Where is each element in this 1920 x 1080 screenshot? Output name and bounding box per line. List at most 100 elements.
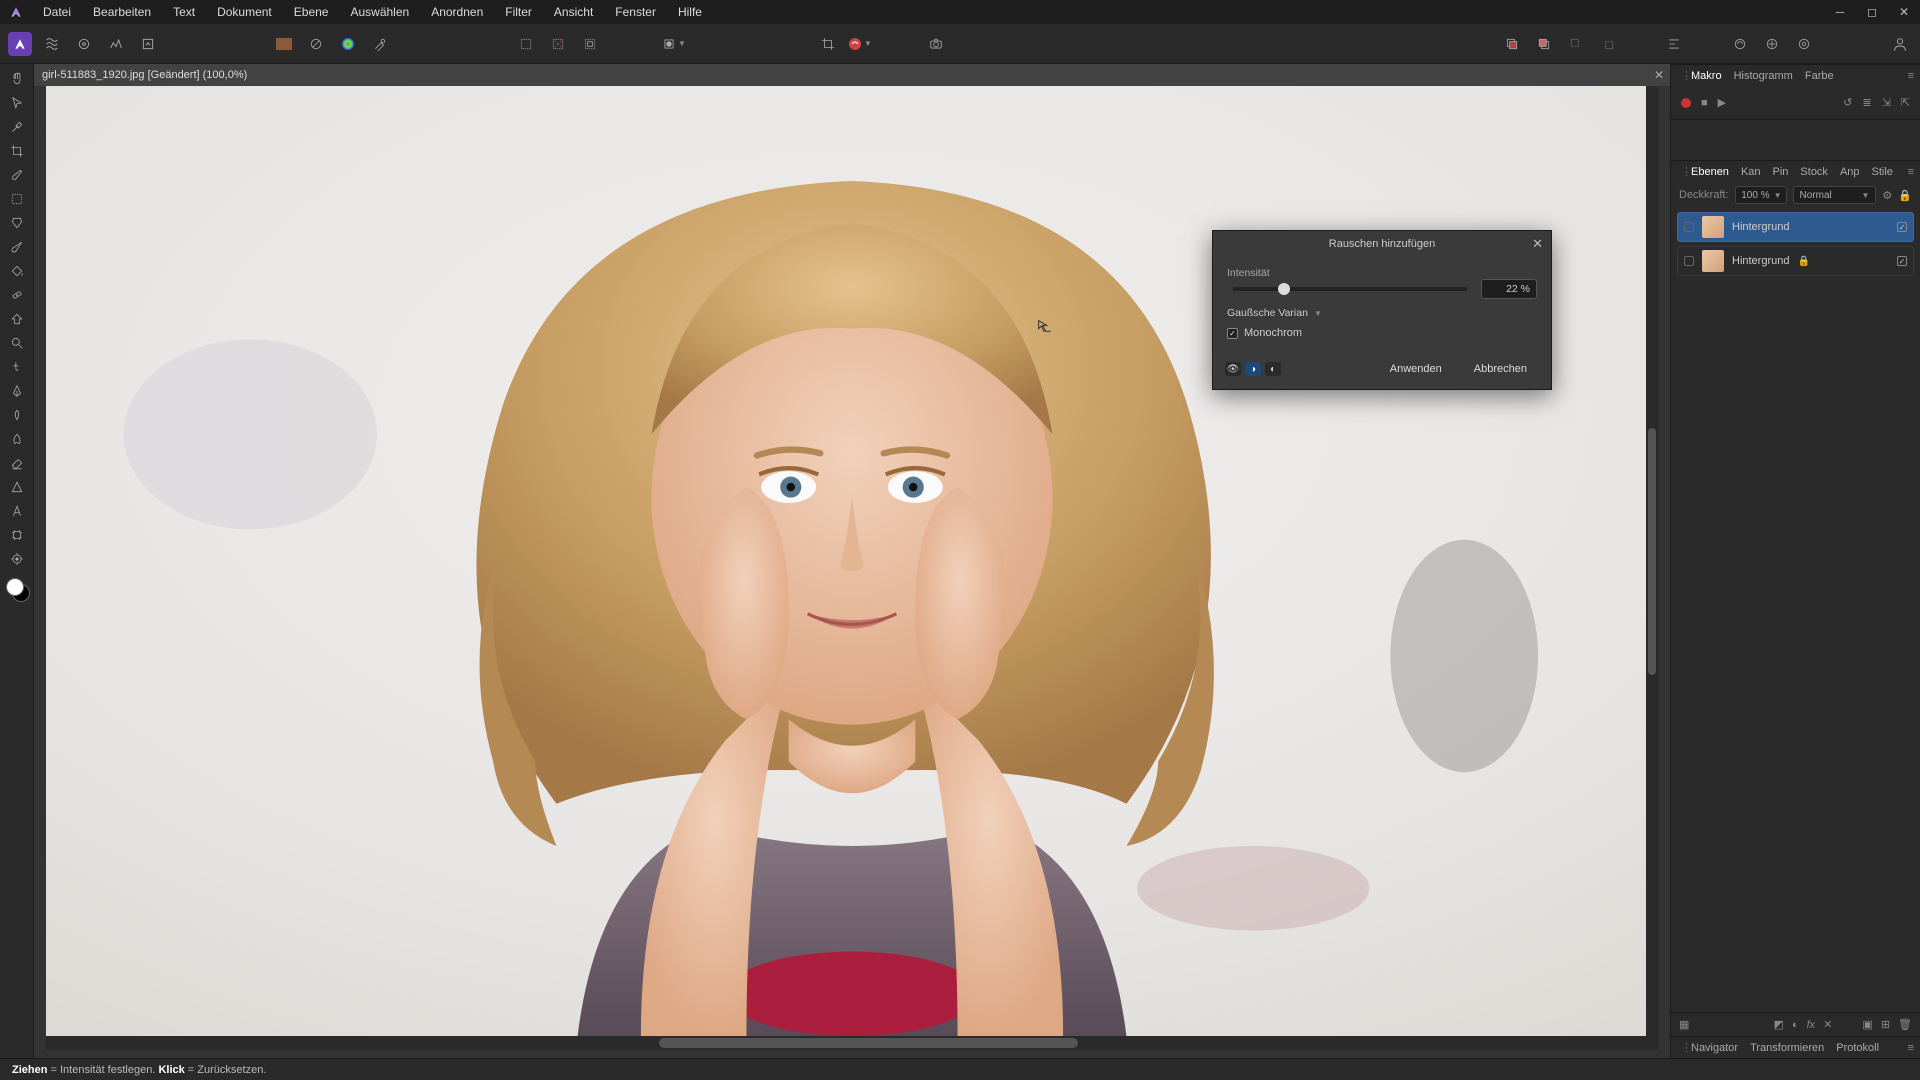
visibility-toggle[interactable]: ✓ bbox=[1897, 222, 1907, 232]
tab-transformieren[interactable]: Transformieren bbox=[1744, 1038, 1830, 1058]
selection-invert-icon[interactable] bbox=[576, 30, 604, 58]
arrange-4-icon[interactable] bbox=[1594, 30, 1622, 58]
macro-export-icon[interactable]: ⇲ bbox=[1882, 96, 1891, 109]
menu-ansicht[interactable]: Ansicht bbox=[543, 0, 604, 24]
targetsel-tool-icon[interactable] bbox=[5, 550, 29, 568]
selection-new-icon[interactable] bbox=[512, 30, 540, 58]
preview-mode-toggle[interactable]: 👁 ◑ ◐ bbox=[1225, 362, 1281, 376]
zoom-tool-icon[interactable] bbox=[5, 334, 29, 352]
dialog-close-icon[interactable]: ✕ bbox=[1532, 236, 1543, 252]
selection-brush-tool-icon[interactable] bbox=[5, 166, 29, 184]
quickmask-dropdown[interactable]: ▼ bbox=[652, 30, 696, 58]
account-icon[interactable] bbox=[1886, 30, 1914, 58]
tab-protokoll[interactable]: Protokoll bbox=[1830, 1038, 1885, 1058]
panel-menu-icon[interactable]: ≡ bbox=[1902, 66, 1920, 86]
flood-select-tool-icon[interactable] bbox=[5, 214, 29, 232]
gear-icon[interactable]: ⚙ bbox=[1882, 189, 1892, 202]
play-icon[interactable]: ▶ bbox=[1718, 96, 1726, 109]
sync-3-icon[interactable] bbox=[1790, 30, 1818, 58]
hand-tool-icon[interactable] bbox=[5, 70, 29, 88]
sync-2-icon[interactable] bbox=[1758, 30, 1786, 58]
menu-anordnen[interactable]: Anordnen bbox=[420, 0, 494, 24]
opacity-field[interactable]: 100 %▼ bbox=[1735, 186, 1787, 204]
tab-stile[interactable]: Stile bbox=[1866, 162, 1899, 182]
document-tab[interactable]: girl-511883_1920.jpg [Geändert] (100,0%)… bbox=[34, 64, 1670, 86]
monochrome-checkbox[interactable]: ✓ bbox=[1227, 328, 1238, 339]
heal-tool-icon[interactable] bbox=[5, 286, 29, 304]
visibility-toggle[interactable]: ✓ bbox=[1897, 256, 1907, 266]
layer-row[interactable]: Hintergrund 🔒 ✓ bbox=[1677, 246, 1914, 276]
tab-stock[interactable]: Stock bbox=[1794, 162, 1834, 182]
menu-datei[interactable]: Datei bbox=[32, 0, 82, 24]
horizontal-scrollbar[interactable] bbox=[46, 1036, 1658, 1050]
menu-dokument[interactable]: Dokument bbox=[206, 0, 283, 24]
stop-icon[interactable]: ■ bbox=[1701, 97, 1708, 109]
mesh-tool-icon[interactable] bbox=[5, 526, 29, 544]
intensity-slider[interactable] bbox=[1233, 287, 1467, 291]
menu-filter[interactable]: Filter bbox=[494, 0, 543, 24]
panel-menu-icon[interactable]: ≡ bbox=[1902, 1038, 1920, 1058]
color-swatches[interactable] bbox=[6, 578, 28, 600]
autolevels-dropdown[interactable]: ▼ bbox=[846, 30, 874, 58]
move-tool-icon[interactable] bbox=[5, 94, 29, 112]
record-icon[interactable] bbox=[1681, 98, 1691, 108]
preview-before-icon[interactable]: 👁 bbox=[1225, 362, 1241, 376]
arrange-back-icon[interactable] bbox=[1498, 30, 1526, 58]
selection-clear-icon[interactable] bbox=[544, 30, 572, 58]
sync-1-icon[interactable] bbox=[1726, 30, 1754, 58]
brush-tool-icon[interactable] bbox=[5, 238, 29, 256]
group-icon[interactable]: ▣ bbox=[1862, 1018, 1872, 1031]
pen-tool-icon[interactable] bbox=[5, 382, 29, 400]
swatch-color-icon[interactable] bbox=[334, 30, 362, 58]
menu-text[interactable]: Text bbox=[162, 0, 206, 24]
menu-ebene[interactable]: Ebene bbox=[283, 0, 340, 24]
marquee-tool-icon[interactable] bbox=[5, 190, 29, 208]
macro-list-icon[interactable]: ≣ bbox=[1862, 96, 1871, 109]
intensity-value-field[interactable]: 22 % bbox=[1481, 279, 1537, 299]
preview-after-icon[interactable]: ◐ bbox=[1265, 362, 1281, 376]
text-tool-icon[interactable] bbox=[5, 502, 29, 520]
align-icon[interactable] bbox=[1660, 30, 1688, 58]
preview-split-icon[interactable]: ◑ bbox=[1245, 362, 1261, 376]
lock-icon[interactable]: 🔒 bbox=[1898, 189, 1912, 202]
macro-reset-icon[interactable]: ↺ bbox=[1843, 96, 1852, 109]
minimize-button[interactable]: ─ bbox=[1824, 0, 1856, 24]
thumb-size-icon[interactable]: ▦ bbox=[1679, 1018, 1689, 1031]
arrange-front-icon[interactable] bbox=[1530, 30, 1558, 58]
layer-expand-icon[interactable] bbox=[1684, 222, 1694, 232]
persona-tone[interactable] bbox=[102, 30, 130, 58]
layer-expand-icon[interactable] bbox=[1684, 256, 1694, 266]
menu-hilfe[interactable]: Hilfe bbox=[667, 0, 713, 24]
blendmode-field[interactable]: Normal▼ bbox=[1793, 186, 1877, 204]
dodge-tool-icon[interactable] bbox=[5, 406, 29, 424]
layer-row[interactable]: Hintergrund ✓ bbox=[1677, 212, 1914, 242]
addlayer-icon[interactable]: ⊞ bbox=[1881, 1018, 1890, 1031]
shape-tool-icon[interactable] bbox=[5, 478, 29, 496]
smudge-tool-icon[interactable] bbox=[5, 358, 29, 376]
menu-bearbeiten[interactable]: Bearbeiten bbox=[82, 0, 162, 24]
menu-fenster[interactable]: Fenster bbox=[604, 0, 667, 24]
panel-menu-icon[interactable]: ≡ bbox=[1902, 162, 1920, 182]
delete-icon[interactable]: 🗑 bbox=[1898, 1018, 1912, 1031]
persona-liquify[interactable] bbox=[38, 30, 66, 58]
dialog-titlebar[interactable]: Rauschen hinzufügen ✕ bbox=[1213, 231, 1551, 257]
crop-tool-icon[interactable] bbox=[5, 142, 29, 160]
tab-histogramm[interactable]: Histogramm bbox=[1728, 66, 1799, 86]
blendrange-icon[interactable]: ✕ bbox=[1823, 1018, 1832, 1031]
maximize-button[interactable]: ◻ bbox=[1856, 0, 1888, 24]
apply-button[interactable]: Anwenden bbox=[1378, 359, 1454, 379]
mask-icon[interactable]: ◩ bbox=[1774, 1018, 1784, 1031]
clone-tool-icon[interactable] bbox=[5, 310, 29, 328]
distribution-dropdown[interactable]: Gaußsche Varian▼ bbox=[1227, 307, 1322, 319]
menu-auswaehlen[interactable]: Auswählen bbox=[339, 0, 420, 24]
fill-tool-icon[interactable] bbox=[5, 262, 29, 280]
layer-lock-icon[interactable]: 🔒 bbox=[1797, 256, 1809, 267]
adjust-icon[interactable]: ◐ bbox=[1792, 1019, 1799, 1031]
crop-icon[interactable] bbox=[814, 30, 842, 58]
fx-icon[interactable]: fx bbox=[1807, 1019, 1816, 1031]
close-button[interactable]: ✕ bbox=[1888, 0, 1920, 24]
swatch-picker-icon[interactable] bbox=[366, 30, 394, 58]
swatch-fill-icon[interactable] bbox=[270, 30, 298, 58]
vertical-scrollbar[interactable] bbox=[1646, 86, 1658, 1036]
tab-anp[interactable]: Anp bbox=[1834, 162, 1866, 182]
